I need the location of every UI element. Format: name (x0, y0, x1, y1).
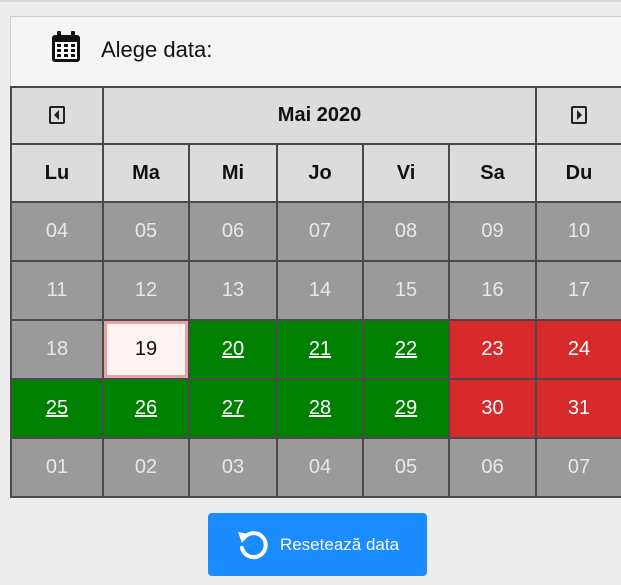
datepicker-header: Alege data: (10, 16, 621, 86)
calendar-day-past[interactable]: 04 (10, 201, 104, 262)
calendar-day-past[interactable]: 18 (10, 319, 104, 380)
weekday-header: Du (535, 143, 621, 203)
calendar-day-other[interactable]: 01 (10, 437, 104, 498)
calendar-day-past[interactable]: 07 (276, 201, 364, 262)
weekday-header: Vi (362, 143, 450, 203)
calendar-day-past[interactable]: 11 (10, 260, 104, 321)
calendar-week-row: 04 05 06 07 08 09 10 (10, 201, 621, 262)
calendar-day-other[interactable]: 02 (102, 437, 190, 498)
calendar-day-avail[interactable]: 28 (276, 378, 364, 439)
calendar-day-past[interactable]: 15 (362, 260, 450, 321)
calendar-day-avail[interactable]: 20 (188, 319, 278, 380)
datepicker-title: Alege data: (101, 37, 213, 62)
weekday-header: Jo (276, 143, 364, 203)
reset-date-button[interactable]: Resetează data (208, 513, 427, 576)
calendar-day-avail[interactable]: 26 (102, 378, 190, 439)
calendar-day-avail[interactable]: 21 (276, 319, 364, 380)
weekday-header: Lu (10, 143, 104, 203)
calendar-day-other[interactable]: 05 (362, 437, 450, 498)
calendar-day-past[interactable]: 13 (188, 260, 278, 321)
next-month-button[interactable] (535, 86, 621, 145)
calendar-day-avail[interactable]: 29 (362, 378, 450, 439)
calendar-weeks: 04 05 06 07 08 09 10 11 12 13 14 15 16 17 18 19 20 21 22 23… (10, 201, 621, 498)
datepicker-panel: Alege data: Mai 2020 Lu Ma Mi Jo Vi Sa D… (0, 0, 621, 585)
calendar-day-other[interactable]: 06 (448, 437, 537, 498)
calendar-day-avail[interactable]: 27 (188, 378, 278, 439)
calendar-day-past[interactable]: 10 (535, 201, 621, 262)
calendar-day-past[interactable]: 14 (276, 260, 364, 321)
prev-month-button[interactable] (10, 86, 104, 145)
calendar-day-booked[interactable]: 31 (535, 378, 621, 439)
calendar-day-past[interactable]: 17 (535, 260, 621, 321)
calendar-day-other[interactable]: 03 (188, 437, 278, 498)
caret-left-icon (49, 106, 65, 125)
calendar-week-row: 18 19 20 21 22 23 24 (10, 319, 621, 380)
calendar-day-past[interactable]: 06 (188, 201, 278, 262)
weekday-header: Ma (102, 143, 190, 203)
calendar-day-past[interactable]: 09 (448, 201, 537, 262)
calendar-day-other[interactable]: 07 (535, 437, 621, 498)
calendar-day-booked[interactable]: 23 (448, 319, 537, 380)
calendar-day-avail[interactable]: 25 (10, 378, 104, 439)
weekday-header: Mi (188, 143, 278, 203)
calendar-day-booked[interactable]: 24 (535, 319, 621, 380)
calendar-week-row: 01 02 03 04 05 06 07 (10, 437, 621, 498)
calendar-day-booked[interactable]: 30 (448, 378, 537, 439)
calendar-day-past[interactable]: 05 (102, 201, 190, 262)
reset-date-label: Resetează data (279, 534, 400, 554)
month-label: Mai 2020 (102, 86, 537, 145)
reset-icon (237, 530, 268, 559)
weekday-header: Sa (448, 143, 537, 203)
calendar-icon (52, 31, 80, 62)
calendar-day-past[interactable]: 16 (448, 260, 537, 321)
calendar-day-past[interactable]: 08 (362, 201, 450, 262)
calendar-day-past[interactable]: 12 (102, 260, 190, 321)
caret-right-icon (571, 106, 587, 125)
calendar-day-avail[interactable]: 22 (362, 319, 450, 380)
calendar-week-row: 25 26 27 28 29 30 31 (10, 378, 621, 439)
calendar-day-today[interactable]: 19 (102, 319, 190, 380)
calendar-week-row: 11 12 13 14 15 16 17 (10, 260, 621, 321)
calendar-day-other[interactable]: 04 (276, 437, 364, 498)
calendar-grid: Mai 2020 Lu Ma Mi Jo Vi Sa Du 04 05 06 07 08… (10, 86, 621, 498)
